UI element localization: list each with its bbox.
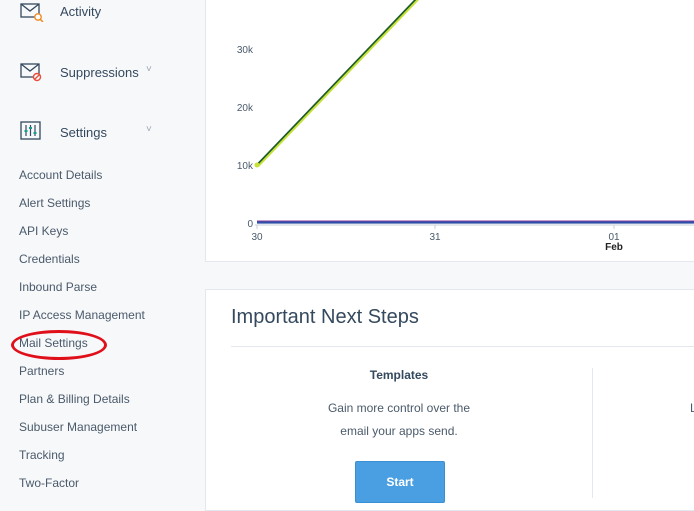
activity-chart: 010k20k30k30 31 01Feb — [237, 0, 694, 253]
next-step-cut-text: L — [690, 401, 694, 415]
divider — [231, 346, 694, 347]
start-button[interactable]: Start — [355, 461, 445, 503]
templates-title: Templates — [369, 368, 429, 382]
x-tick-sublabel: Feb — [605, 242, 623, 253]
y-tick-label: 10k — [237, 161, 254, 172]
y-tick-label: 20k — [237, 103, 254, 114]
sidebar-item-tracking[interactable]: Tracking — [19, 448, 65, 462]
data-point — [254, 162, 260, 168]
series-line — [257, 0, 419, 167]
x-tick-label: 31 — [429, 232, 441, 243]
next-steps-title: Important Next Steps — [231, 306, 419, 328]
templates-desc-line1: Gain more control over the — [327, 401, 471, 415]
x-tick-label: 30 — [251, 232, 263, 243]
sidebar-item-plan-billing[interactable]: Plan & Billing Details — [19, 392, 130, 406]
sidebar-item-two-factor[interactable]: Two-Factor — [19, 476, 79, 490]
templates-desc-line2: email your apps send. — [340, 424, 458, 438]
highlight-annotation-ring — [11, 330, 107, 360]
sidebar-item-inbound-parse[interactable]: Inbound Parse — [19, 280, 97, 294]
templates-description: Gain more control over the email your ap… — [300, 397, 498, 443]
sidebar-item-subuser-management[interactable]: Subuser Management — [19, 420, 137, 434]
sidebar-item-partners[interactable]: Partners — [19, 364, 64, 378]
sidebar-item-ip-access-management[interactable]: IP Access Management — [19, 308, 145, 322]
column-divider — [592, 368, 593, 498]
y-tick-label: 30k — [237, 45, 254, 56]
y-tick-label: 0 — [247, 219, 253, 230]
